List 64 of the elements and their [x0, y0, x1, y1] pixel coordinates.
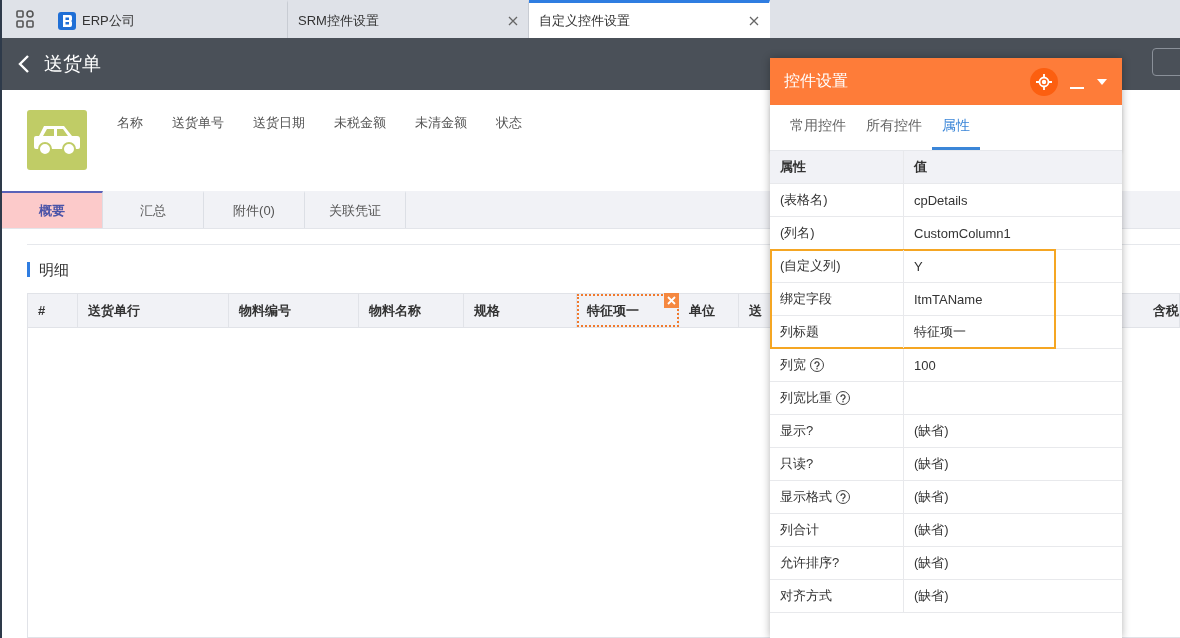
page-title: 送货单 — [44, 52, 101, 76]
back-icon[interactable] — [18, 54, 30, 74]
tab-label: ERP公司 — [82, 11, 136, 30]
column-header[interactable]: 单位 — [679, 294, 739, 327]
close-icon[interactable] — [749, 15, 759, 26]
car-icon — [27, 110, 87, 170]
column-header: 值 — [912, 158, 928, 176]
property-value[interactable]: 特征项一 — [914, 323, 966, 341]
field-label: 送货日期 — [253, 114, 305, 132]
section-title: 明细 — [27, 261, 69, 277]
property-value[interactable]: CustomColumn1 — [914, 225, 1011, 241]
property-value[interactable]: (缺省) — [914, 422, 949, 440]
property-name: 只读? — [780, 455, 814, 473]
section-tab[interactable]: 附件(0) — [204, 191, 305, 228]
caret-icon[interactable] — [1096, 77, 1108, 86]
property-name: 绑定字段 — [780, 290, 832, 308]
field-label: 未清金额 — [415, 114, 467, 132]
property-value[interactable]: ItmTAName — [914, 291, 983, 307]
property-name: 列宽 — [780, 356, 806, 374]
property-name: (列名) — [780, 224, 815, 242]
property-name: 列宽比重 — [780, 389, 832, 407]
property-value[interactable]: (缺省) — [914, 554, 949, 572]
property-value[interactable]: (缺省) — [914, 455, 949, 473]
column-header[interactable]: 送货单行 — [78, 294, 229, 327]
property-name: (表格名) — [780, 191, 828, 209]
property-name: 显示? — [780, 422, 814, 440]
property-value[interactable]: cpDetails — [914, 192, 968, 208]
locate-button[interactable] — [1030, 67, 1058, 96]
property-name: 列标题 — [780, 323, 819, 341]
property-value[interactable]: (缺省) — [914, 587, 949, 605]
column-header[interactable]: # — [28, 294, 78, 327]
column-header: 属性 — [770, 151, 904, 183]
property-name: 列合计 — [780, 521, 819, 539]
panel-title: 控件设置 — [784, 71, 849, 91]
field-label: 送货单号 — [172, 114, 224, 132]
column-header[interactable]: 规格 — [464, 294, 577, 327]
field-label: 未税金额 — [334, 114, 386, 132]
logo-icon — [58, 11, 76, 30]
property-value[interactable]: (缺省) — [914, 521, 949, 539]
property-value[interactable]: Y — [914, 258, 923, 274]
property-name: 显示格式 — [780, 488, 832, 506]
property-value[interactable]: (缺省) — [914, 488, 949, 506]
column-header[interactable]: 物料名称 — [359, 294, 464, 327]
column-header[interactable]: 特征项一 — [577, 294, 679, 327]
browser-tab[interactable]: 自定义控件设置 — [529, 0, 770, 38]
property-value[interactable]: 100 — [914, 357, 936, 373]
field-label: 名称 — [117, 114, 143, 132]
column-header[interactable]: 送 — [739, 294, 773, 327]
panel-tab[interactable]: 所有控件 — [856, 105, 932, 150]
column-header[interactable]: 物料编号 — [229, 294, 359, 327]
property-name: 对齐方式 — [780, 587, 832, 605]
section-tab[interactable]: 关联凭证 — [305, 191, 406, 228]
close-icon[interactable] — [508, 15, 518, 26]
column-header[interactable]: 含税 — [1145, 294, 1180, 327]
property-name: (自定义列) — [780, 257, 841, 275]
target-icon[interactable] — [1036, 73, 1052, 90]
tab-label: SRM控件设置 — [298, 11, 380, 30]
property-name: 允许排序? — [780, 554, 840, 572]
field-label: 状态 — [496, 114, 522, 132]
section-tab[interactable]: 概要 — [2, 191, 103, 228]
tab-label: 自定义控件设置 — [539, 11, 631, 30]
header-button[interactable] — [1152, 48, 1180, 76]
panel-tab[interactable]: 常用控件 — [780, 105, 856, 150]
section-tab[interactable]: 汇总 — [103, 191, 204, 228]
